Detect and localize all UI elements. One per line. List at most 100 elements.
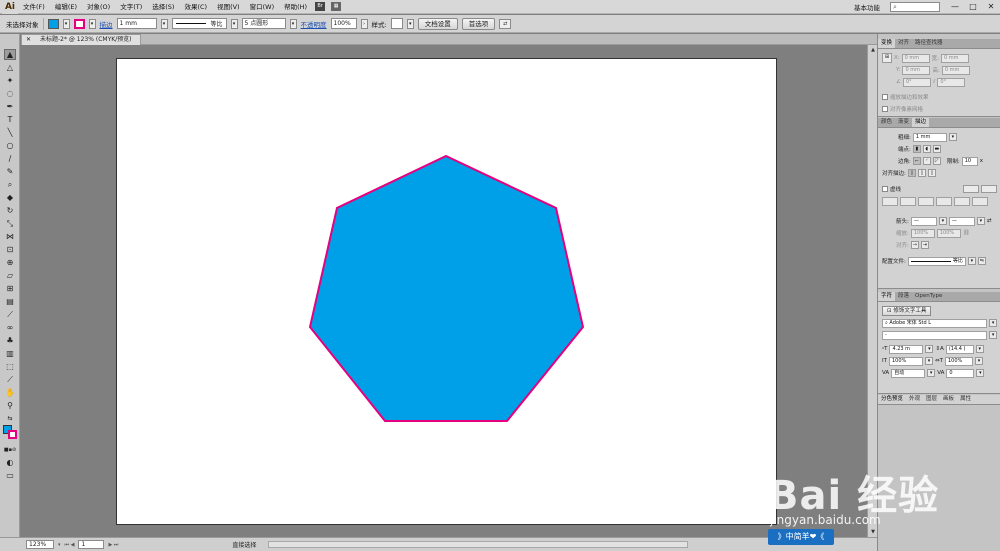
flip-profile-icon[interactable]: ⇋ xyxy=(977,257,986,265)
round-join-icon[interactable]: ◜ xyxy=(922,157,931,165)
pencil-tool-icon[interactable]: ✎ xyxy=(4,166,16,177)
width-tool-icon[interactable]: ⋈ xyxy=(4,231,16,242)
tab-paragraph[interactable]: 段落 xyxy=(895,292,912,301)
menu-help[interactable]: 帮助(H) xyxy=(279,0,312,14)
profile-dropdown[interactable]: ▾ xyxy=(967,257,976,265)
zoom-dropdown-icon[interactable]: ▾ xyxy=(58,542,61,548)
stroke-color-box[interactable] xyxy=(8,430,17,439)
menu-edit[interactable]: 编辑(E) xyxy=(50,0,82,14)
bridge-icon[interactable]: Br xyxy=(315,2,326,11)
tab-color[interactable]: 颜色 xyxy=(878,118,895,127)
start-arrow-dropdown[interactable]: ▾ xyxy=(938,217,947,225)
height-field[interactable]: 0 mm xyxy=(941,65,970,75)
arrow-place-icon[interactable]: ⇥ xyxy=(920,241,929,249)
ellipse-tool-icon[interactable]: ○ xyxy=(4,140,16,151)
close-tab-icon[interactable]: ✕ xyxy=(26,35,31,45)
magic-wand-tool-icon[interactable]: ✦ xyxy=(4,75,16,86)
dashed-line-checkbox[interactable] xyxy=(882,186,888,192)
vertical-scrollbar[interactable]: ▲ ▼ xyxy=(867,45,877,537)
leading-dropdown[interactable]: ▾ xyxy=(975,345,984,353)
perspective-grid-tool-icon[interactable]: ▱ xyxy=(4,270,16,281)
maximize-button[interactable]: □ xyxy=(964,0,982,14)
align-center-icon[interactable]: ▯ xyxy=(907,169,916,177)
opacity-field[interactable]: 100% xyxy=(330,18,357,29)
mesh-tool-icon[interactable]: ⊞ xyxy=(4,283,16,294)
kerning-field[interactable]: 自动 xyxy=(891,368,926,378)
help-search-input[interactable]: ⌕ xyxy=(890,2,940,12)
horizontal-scrollbar[interactable] xyxy=(268,541,689,548)
direct-selection-tool-icon[interactable]: △ xyxy=(4,62,16,73)
lasso-tool-icon[interactable]: ◌ xyxy=(4,88,16,99)
font-size-field[interactable]: 4.23 m xyxy=(889,344,924,354)
font-family-dropdown[interactable]: ▾ xyxy=(989,319,997,327)
artboard[interactable] xyxy=(116,58,777,525)
gap-field[interactable] xyxy=(972,196,988,206)
reference-point-icon[interactable]: ⊞ xyxy=(882,53,892,63)
arrange-documents-icon[interactable]: ▦ xyxy=(331,2,342,11)
blob-brush-tool-icon[interactable]: ⌕ xyxy=(4,179,16,190)
kerning-dropdown[interactable]: ▾ xyxy=(927,369,936,377)
free-transform-tool-icon[interactable]: ⊡ xyxy=(4,244,16,255)
heptagon-shape[interactable] xyxy=(308,154,585,422)
limit-field[interactable]: 10 xyxy=(961,156,978,166)
arrow-extend-icon[interactable]: → xyxy=(910,241,919,249)
eraser-tool-icon[interactable]: ◆ xyxy=(4,192,16,203)
opacity-link[interactable]: 不透明度 xyxy=(301,19,327,29)
gap-field[interactable] xyxy=(936,196,952,206)
gradient-tool-icon[interactable]: ▤ xyxy=(4,296,16,307)
align-outside-icon[interactable]: ▯ xyxy=(927,169,936,177)
swap-fill-stroke-icon[interactable]: ⇆ xyxy=(4,413,16,424)
brush-field[interactable]: 5 点圆形 xyxy=(241,18,286,29)
zoom-tool-icon[interactable]: ⚲ xyxy=(4,400,16,411)
rotate-tool-icon[interactable]: ↻ xyxy=(4,205,16,216)
blend-tool-icon[interactable]: ∞ xyxy=(4,322,16,333)
width-field[interactable]: 0 mm xyxy=(940,53,969,63)
stroke-weight-input[interactable]: 1 mm xyxy=(912,132,947,142)
scale-strokes-checkbox[interactable] xyxy=(882,94,888,100)
stroke-weight-field[interactable]: 1 mm xyxy=(116,18,157,29)
paintbrush-tool-icon[interactable]: ∕ xyxy=(4,153,16,164)
dash-align-icon[interactable] xyxy=(981,185,997,193)
drawing-mode-icon[interactable]: ◐ xyxy=(4,457,16,468)
tab-character[interactable]: 字符 xyxy=(878,292,896,301)
menu-view[interactable]: 视图(V) xyxy=(212,0,245,14)
document-tab[interactable]: ✕ 未标题-2* @ 123% (CMYK/预览) xyxy=(21,34,141,45)
butt-cap-icon[interactable]: ▮ xyxy=(912,145,921,153)
touch-type-button[interactable]: ⊡ 修饰文字工具 xyxy=(882,305,932,316)
tab-appearance[interactable]: 外观 xyxy=(906,395,923,404)
menu-type[interactable]: 文字(T) xyxy=(115,0,147,14)
start-scale-field[interactable]: 100% xyxy=(910,228,935,238)
shear-field[interactable]: 0° xyxy=(937,77,966,87)
tab-transform[interactable]: 变换 xyxy=(878,39,896,48)
angle-field[interactable]: 0° xyxy=(902,77,931,87)
artboard-number-field[interactable]: 1 xyxy=(78,540,105,549)
scroll-up-icon[interactable]: ▲ xyxy=(869,46,877,54)
horizontal-scale-dropdown[interactable]: ▾ xyxy=(974,357,983,365)
horizontal-scale-field[interactable]: 100% xyxy=(944,356,973,366)
artboard-tool-icon[interactable]: ⬚ xyxy=(4,361,16,372)
tab-gradient[interactable]: 渐变 xyxy=(895,118,912,127)
swap-arrows-icon[interactable]: ⇄ xyxy=(987,218,992,224)
tracking-field[interactable]: 0 xyxy=(946,368,975,378)
align-pixel-grid-checkbox[interactable] xyxy=(882,106,888,112)
tab-align[interactable]: 对齐 xyxy=(895,39,912,48)
minimize-button[interactable]: — xyxy=(946,0,964,14)
close-button[interactable]: ✕ xyxy=(982,0,1000,14)
brush-dropdown[interactable]: ▾ xyxy=(289,18,297,29)
hand-tool-icon[interactable]: ✋ xyxy=(4,387,16,398)
font-family-select[interactable]: ⌕ Adobe 宋体 Std L xyxy=(882,318,988,328)
vertical-scale-dropdown[interactable]: ▾ xyxy=(924,357,933,365)
projecting-cap-icon[interactable]: ▬ xyxy=(932,145,941,153)
dash-field[interactable] xyxy=(918,196,934,206)
tab-pathfinder[interactable]: 路径查找器 xyxy=(912,39,946,48)
link-scale-icon[interactable]: ⛓ xyxy=(963,230,970,236)
weight-dropdown[interactable]: ▾ xyxy=(948,133,957,141)
menu-window[interactable]: 窗口(W) xyxy=(245,0,280,14)
preferences-button[interactable]: 首选项 xyxy=(461,17,496,30)
font-style-select[interactable]: - xyxy=(882,330,988,340)
dash-field[interactable] xyxy=(954,196,970,206)
menu-file[interactable]: 文件(F) xyxy=(18,0,50,14)
color-mode-icons[interactable]: ■▪⊘ xyxy=(4,444,16,455)
fill-dropdown[interactable]: ▾ xyxy=(62,18,70,29)
stroke-dropdown[interactable]: ▾ xyxy=(88,18,96,29)
